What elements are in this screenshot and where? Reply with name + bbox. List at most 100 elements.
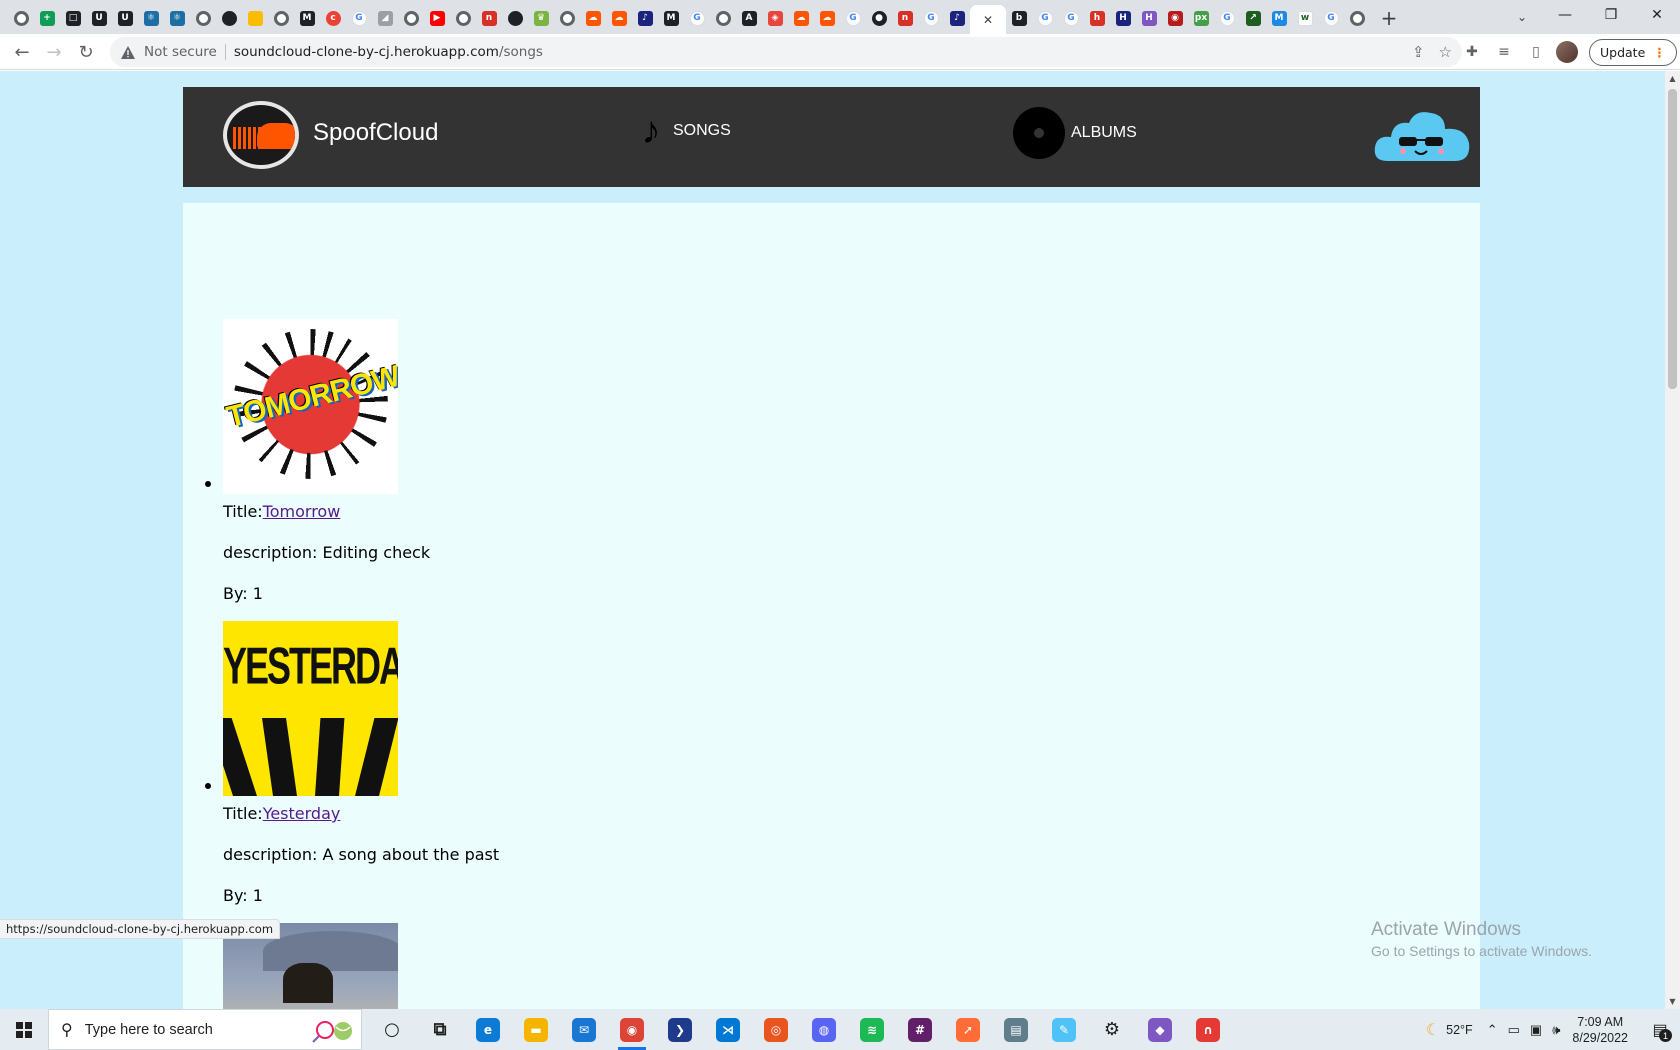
taskbar-app[interactable]: ✉ xyxy=(560,1009,608,1050)
media-control-icon[interactable]: ≡ xyxy=(1492,40,1516,64)
browser-tab[interactable] xyxy=(398,5,424,31)
reload-icon[interactable]: ↻ xyxy=(72,38,100,66)
weather-widget[interactable]: ☾ 52°F xyxy=(1426,1020,1473,1040)
scrollbar-thumb[interactable] xyxy=(1668,89,1677,389)
start-button[interactable] xyxy=(0,1009,48,1050)
taskbar-app[interactable]: ◉ xyxy=(608,1009,656,1050)
browser-tab[interactable]: G xyxy=(1032,5,1058,31)
device-icon[interactable]: ▭ xyxy=(1508,1022,1520,1038)
taskbar-app[interactable]: ✎ xyxy=(1040,1009,1088,1050)
new-tab-plus-icon[interactable]: + xyxy=(1376,5,1402,31)
security-label[interactable]: Not secure xyxy=(144,44,217,60)
browser-tab[interactable] xyxy=(554,5,580,31)
browser-tab[interactable]: ☁ xyxy=(814,5,840,31)
browser-tab[interactable] xyxy=(8,5,34,31)
profile-avatar[interactable] xyxy=(1556,41,1578,63)
back-arrow-icon[interactable]: ← xyxy=(8,38,36,66)
page-scrollbar[interactable]: ▲ ▼ xyxy=(1665,71,1680,1009)
update-button[interactable]: Update ⋮ xyxy=(1589,39,1677,66)
url-text[interactable]: soundcloud-clone-by-cj.herokuapp.com/son… xyxy=(234,44,543,60)
browser-tab[interactable]: G xyxy=(1318,5,1344,31)
browser-tab[interactable] xyxy=(502,5,528,31)
volume-icon[interactable]: 🕪 xyxy=(1552,1022,1560,1038)
minimize-icon[interactable]: — xyxy=(1542,0,1588,30)
browser-tab[interactable]: ◉ xyxy=(1162,5,1188,31)
browser-tab[interactable]: G xyxy=(918,5,944,31)
browser-tab[interactable]: U xyxy=(112,5,138,31)
extensions-puzzle-icon[interactable]: ✚ xyxy=(1460,40,1484,64)
browser-tab[interactable]: H xyxy=(1110,5,1136,31)
browser-tab[interactable]: ✕ xyxy=(970,5,1006,34)
browser-tab[interactable] xyxy=(216,5,242,31)
spoofcloud-logo-icon[interactable] xyxy=(223,101,299,169)
taskbar-app[interactable]: ≋ xyxy=(848,1009,896,1050)
taskbar-app[interactable]: ➚ xyxy=(944,1009,992,1050)
clock[interactable]: 7:09 AM 8/29/2022 xyxy=(1572,1014,1628,1046)
browser-tab[interactable]: ☁ xyxy=(606,5,632,31)
browser-tab[interactable]: w xyxy=(1292,5,1318,31)
taskbar-app[interactable]: ⧉ xyxy=(416,1009,464,1050)
browser-tab[interactable] xyxy=(190,5,216,31)
browser-tab[interactable]: n xyxy=(476,5,502,31)
close-window-icon[interactable]: ✕ xyxy=(1634,0,1680,30)
nav-songs-link[interactable]: ♪ SONGS xyxy=(635,109,731,153)
browser-tab[interactable]: ▶ xyxy=(424,5,450,31)
taskbar-app[interactable]: ◎ xyxy=(752,1009,800,1050)
browser-tab[interactable]: G xyxy=(840,5,866,31)
browser-tab[interactable]: G xyxy=(684,5,710,31)
share-icon[interactable]: ⇪ xyxy=(1412,43,1425,61)
brand-name[interactable]: SpoofCloud xyxy=(313,119,438,147)
forward-arrow-icon[interactable]: → xyxy=(40,38,68,66)
browser-tab[interactable]: h xyxy=(1084,5,1110,31)
browser-tab[interactable]: M xyxy=(294,5,320,31)
browser-tab[interactable]: ♛ xyxy=(528,5,554,31)
browser-tab[interactable] xyxy=(242,5,268,31)
browser-tab[interactable]: px xyxy=(1188,5,1214,31)
taskbar-app[interactable]: ◆ xyxy=(1136,1009,1184,1050)
browser-tab[interactable]: □ xyxy=(60,5,86,31)
side-panel-icon[interactable]: ▯ xyxy=(1524,40,1548,64)
browser-tab[interactable]: ♪ xyxy=(632,5,658,31)
browser-tab[interactable]: ☁ xyxy=(788,5,814,31)
browser-tab[interactable]: ↗ xyxy=(1240,5,1266,31)
browser-tab[interactable]: M xyxy=(1266,5,1292,31)
taskbar-app[interactable]: ○ xyxy=(368,1009,416,1050)
browser-tab[interactable]: ⚛ xyxy=(164,5,190,31)
browser-tab[interactable] xyxy=(1344,5,1370,31)
network-icon[interactable]: ▣ xyxy=(1530,1022,1542,1038)
taskbar-search-box[interactable]: ⚲ Type here to search xyxy=(48,1009,362,1050)
taskbar-app[interactable]: ◍ xyxy=(800,1009,848,1050)
notification-center-icon[interactable]: ▤ 1 xyxy=(1640,1009,1680,1050)
restore-icon[interactable]: ❐ xyxy=(1588,0,1634,30)
taskbar-app[interactable]: ▬ xyxy=(512,1009,560,1050)
scroll-up-arrow-icon[interactable]: ▲ xyxy=(1665,71,1680,86)
taskbar-app[interactable]: ⋊ xyxy=(704,1009,752,1050)
browser-tab[interactable]: ☁ xyxy=(580,5,606,31)
browser-tab[interactable]: c xyxy=(320,5,346,31)
browser-tab[interactable]: b xyxy=(1006,5,1032,31)
browser-tab[interactable]: n xyxy=(892,5,918,31)
address-bar[interactable]: Not secure soundcloud-clone-by-cj.heroku… xyxy=(110,37,1462,67)
taskbar-app[interactable]: ▤ xyxy=(992,1009,1040,1050)
browser-tab[interactable]: H xyxy=(1136,5,1162,31)
browser-tab[interactable]: ♪ xyxy=(944,5,970,31)
taskbar-app[interactable]: e xyxy=(464,1009,512,1050)
browser-tab[interactable] xyxy=(268,5,294,31)
browser-tab[interactable]: ● xyxy=(866,5,892,31)
browser-tab[interactable]: G xyxy=(1214,5,1240,31)
scroll-down-arrow-icon[interactable]: ▼ xyxy=(1665,994,1680,1009)
chevron-up-icon[interactable]: ⌃ xyxy=(1487,1022,1498,1038)
cloud-mascot-icon[interactable] xyxy=(1373,107,1471,163)
close-tab-icon[interactable]: ✕ xyxy=(983,13,993,27)
tab-search-chevron-icon[interactable]: ⌄ xyxy=(1508,4,1536,30)
taskbar-app[interactable]: ❯ xyxy=(656,1009,704,1050)
nav-albums-link[interactable]: ALBUMS xyxy=(1013,107,1137,159)
song-title-link[interactable]: Tomorrow xyxy=(263,502,341,521)
browser-tab[interactable]: U xyxy=(86,5,112,31)
browser-tab[interactable]: M xyxy=(658,5,684,31)
browser-tab[interactable] xyxy=(450,5,476,31)
browser-tab[interactable]: ◢ xyxy=(372,5,398,31)
browser-tab[interactable]: G xyxy=(346,5,372,31)
browser-tab[interactable]: ⚛ xyxy=(138,5,164,31)
bookmark-star-icon[interactable]: ☆ xyxy=(1439,43,1452,61)
